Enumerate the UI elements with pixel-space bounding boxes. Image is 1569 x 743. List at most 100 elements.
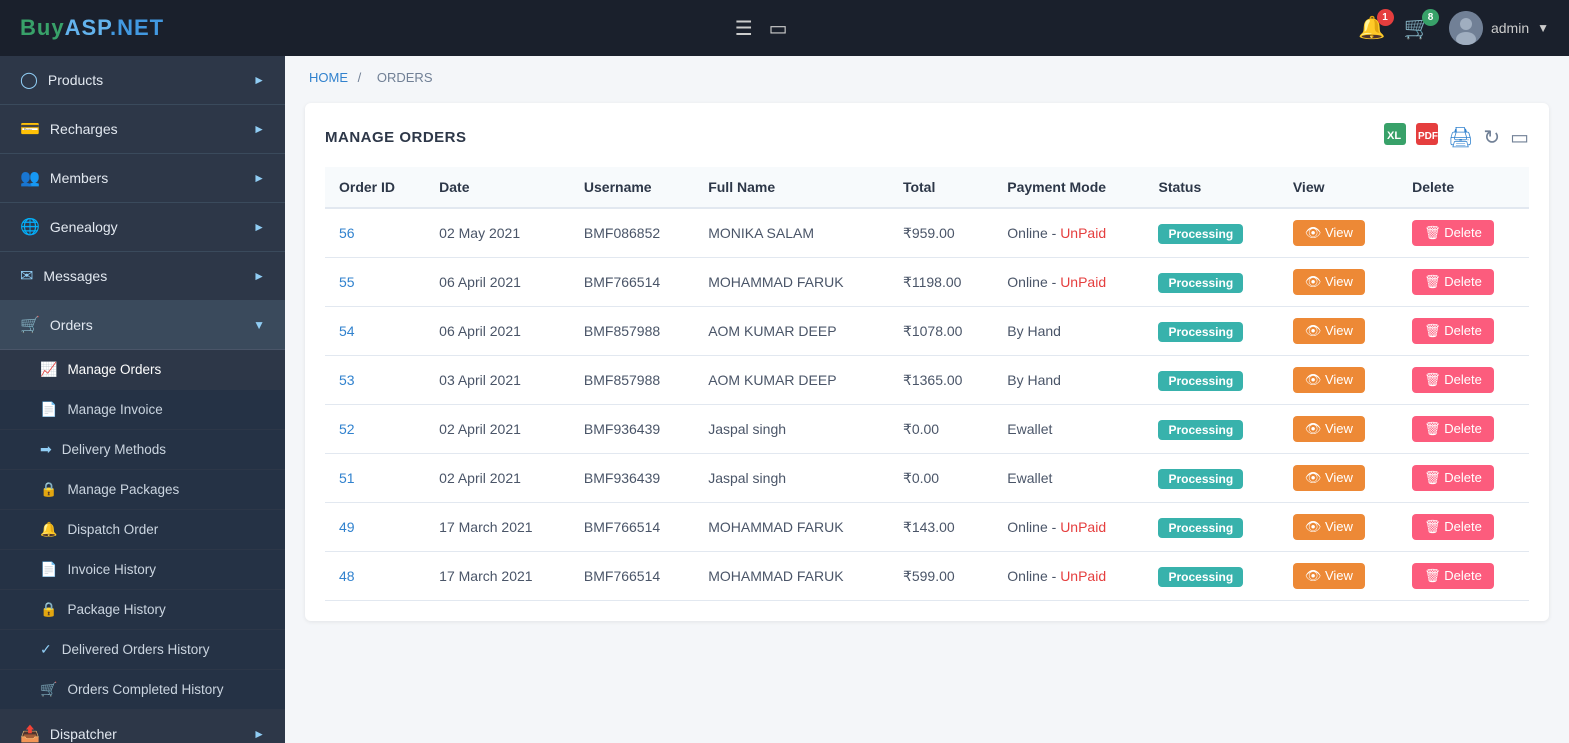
table-row: 5303 April 2021BMF857988AOM KUMAR DEEP₹1…: [325, 356, 1529, 405]
delete-button[interactable]: 🗑 Delete: [1412, 514, 1494, 540]
sidebar-sub-delivered-orders-history[interactable]: ✓ Delivered Orders History: [0, 630, 285, 670]
export-excel-button[interactable]: XL: [1384, 123, 1406, 151]
view-button[interactable]: 👁 View: [1293, 416, 1365, 442]
delete-button[interactable]: 🗑 Delete: [1412, 220, 1494, 246]
dispatcher-icon: 📤: [20, 724, 40, 743]
print-button[interactable]: 🖨: [1448, 125, 1473, 150]
order-fullname: MONIKA SALAM: [694, 208, 889, 258]
col-status: Status: [1144, 167, 1278, 208]
refresh-button[interactable]: ↻: [1483, 125, 1500, 150]
delivery-methods-icon: ➡: [40, 441, 52, 458]
order-payment-mode: By Hand: [993, 356, 1144, 405]
dispatcher-chevron-icon: ►: [253, 727, 265, 741]
orders-submenu: 📈 Manage Orders 📄 Manage Invoice ➡ Deliv…: [0, 350, 285, 710]
sidebar-item-dispatcher[interactable]: 📤 Dispatcher ►: [0, 710, 285, 743]
status-badge: Processing: [1158, 420, 1243, 440]
manage-invoice-icon: 📄: [40, 401, 57, 418]
delete-button[interactable]: 🗑 Delete: [1412, 318, 1494, 344]
orders-icon: 🛒: [20, 315, 40, 335]
col-date: Date: [425, 167, 570, 208]
order-delete-cell: 🗑 Delete: [1398, 258, 1529, 307]
order-username: BMF857988: [570, 356, 694, 405]
sidebar-label-products: Products: [48, 72, 103, 88]
invoice-history-icon: 📄: [40, 561, 57, 578]
sidebar-sub-label-invoice-history: Invoice History: [67, 562, 156, 577]
user-chevron-icon: ▼: [1537, 21, 1549, 35]
order-status: Processing: [1144, 405, 1278, 454]
view-button[interactable]: 👁 View: [1293, 269, 1365, 295]
sidebar-sub-invoice-history[interactable]: 📄 Invoice History: [0, 550, 285, 590]
view-button[interactable]: 👁 View: [1293, 220, 1365, 246]
sidebar-sub-orders-completed-history[interactable]: 🛒 Orders Completed History: [0, 670, 285, 710]
logo-buy: Buy: [20, 15, 65, 40]
sidebar-item-products[interactable]: ◯ Products ►: [0, 56, 285, 105]
brand-logo: BuyASP.NET: [20, 15, 164, 41]
sidebar-sub-label-orders-completed-history: Orders Completed History: [67, 682, 223, 697]
sidebar-item-genealogy[interactable]: 🌐 Genealogy ►: [0, 203, 285, 252]
order-username: BMF766514: [570, 258, 694, 307]
status-badge: Processing: [1158, 567, 1243, 587]
order-id-link[interactable]: 48: [339, 568, 355, 584]
svg-text:PDF: PDF: [1418, 131, 1438, 142]
view-button[interactable]: 👁 View: [1293, 563, 1365, 589]
view-button[interactable]: 👁 View: [1293, 318, 1365, 344]
delete-button[interactable]: 🗑 Delete: [1412, 465, 1494, 491]
user-avatar: [1449, 11, 1483, 45]
cart-icon[interactable]: 🛒 8: [1404, 15, 1431, 41]
delete-button[interactable]: 🗑 Delete: [1412, 367, 1494, 393]
sidebar-sub-delivery-methods[interactable]: ➡ Delivery Methods: [0, 430, 285, 470]
order-id-link[interactable]: 51: [339, 470, 355, 486]
expand-icon[interactable]: ▭: [769, 16, 788, 41]
sidebar-sub-dispatch-order[interactable]: 🔔 Dispatch Order: [0, 510, 285, 550]
order-status: Processing: [1144, 552, 1278, 601]
members-chevron-icon: ►: [253, 171, 265, 185]
sidebar-item-recharges[interactable]: 💳 Recharges ►: [0, 105, 285, 154]
order-id-link[interactable]: 53: [339, 372, 355, 388]
order-delete-cell: 🗑 Delete: [1398, 405, 1529, 454]
order-id-link[interactable]: 54: [339, 323, 355, 339]
order-fullname: MOHAMMAD FARUK: [694, 258, 889, 307]
order-id-link[interactable]: 52: [339, 421, 355, 437]
order-username: BMF766514: [570, 552, 694, 601]
sidebar-label-messages: Messages: [43, 268, 107, 284]
delete-button[interactable]: 🗑 Delete: [1412, 416, 1494, 442]
breadcrumb-separator: /: [358, 70, 362, 85]
view-button[interactable]: 👁 View: [1293, 465, 1365, 491]
status-badge: Processing: [1158, 469, 1243, 489]
order-status: Processing: [1144, 356, 1278, 405]
order-view-cell: 👁 View: [1279, 307, 1398, 356]
notification-bell[interactable]: 🔔 1: [1358, 15, 1385, 41]
topnav-right: 🔔 1 🛒 8 admin ▼: [1358, 11, 1549, 45]
content-header: MANAGE ORDERS XL PDF 🖨 ↻ ▭: [325, 123, 1529, 151]
sidebar-label-recharges: Recharges: [50, 121, 118, 137]
order-id-link[interactable]: 49: [339, 519, 355, 535]
sidebar-item-members[interactable]: 👥 Members ►: [0, 154, 285, 203]
view-button[interactable]: 👁 View: [1293, 514, 1365, 540]
order-id-link[interactable]: 55: [339, 274, 355, 290]
order-view-cell: 👁 View: [1279, 552, 1398, 601]
sidebar-item-messages[interactable]: ✉ Messages ►: [0, 252, 285, 301]
order-username: BMF086852: [570, 208, 694, 258]
sidebar-sub-manage-orders[interactable]: 📈 Manage Orders: [0, 350, 285, 390]
sidebar-sub-manage-packages[interactable]: 🔒 Manage Packages: [0, 470, 285, 510]
export-pdf-button[interactable]: PDF: [1416, 123, 1438, 151]
delete-button[interactable]: 🗑 Delete: [1412, 563, 1494, 589]
delete-button[interactable]: 🗑 Delete: [1412, 269, 1494, 295]
order-status: Processing: [1144, 503, 1278, 552]
user-menu[interactable]: admin ▼: [1449, 11, 1549, 45]
view-button[interactable]: 👁 View: [1293, 367, 1365, 393]
sidebar-sub-label-delivery-methods: Delivery Methods: [62, 442, 166, 457]
order-id-link[interactable]: 56: [339, 225, 355, 241]
fullscreen-button[interactable]: ▭: [1510, 125, 1529, 150]
order-fullname: AOM KUMAR DEEP: [694, 307, 889, 356]
sidebar-sub-package-history[interactable]: 🔒 Package History: [0, 590, 285, 630]
sidebar-item-orders[interactable]: 🛒 Orders ▼: [0, 301, 285, 350]
breadcrumb-home[interactable]: HOME: [309, 70, 348, 85]
order-status: Processing: [1144, 307, 1278, 356]
hamburger-icon[interactable]: ☰: [735, 16, 753, 41]
sidebar-sub-manage-invoice[interactable]: 📄 Manage Invoice: [0, 390, 285, 430]
sidebar-sub-label-manage-orders: Manage Orders: [67, 362, 161, 377]
table-row: 5202 April 2021BMF936439Jaspal singh₹0.0…: [325, 405, 1529, 454]
order-delete-cell: 🗑 Delete: [1398, 356, 1529, 405]
status-badge: Processing: [1158, 371, 1243, 391]
